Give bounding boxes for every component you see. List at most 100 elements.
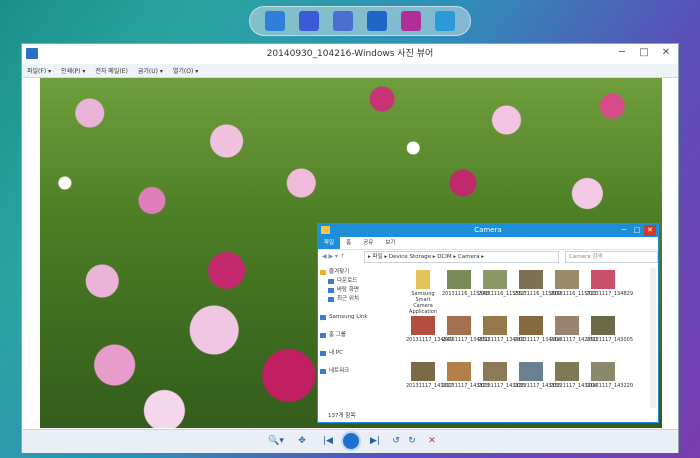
ribbon-tab[interactable]: 보기: [379, 237, 401, 249]
file-label[interactable]: 20131117_143155: [514, 383, 561, 389]
explorer-title: Camera: [318, 224, 658, 237]
address-bar-row: ◀ ▶ ▾ ↑ ▸ 파일 ▸ Device Storage ▸ DCIM ▸ C…: [318, 250, 658, 264]
media-player-icon[interactable]: [401, 11, 421, 31]
nav-item-label: 홈 그룹: [329, 332, 346, 338]
file-label[interactable]: Samsung Smart Camera Application: [406, 291, 440, 315]
maximize-icon[interactable]: □: [631, 225, 643, 236]
file-label[interactable]: 20131117_142950: [550, 337, 597, 343]
nav-item-label: 최근 위치: [337, 296, 359, 302]
file-label[interactable]: 20131116_115548: [442, 291, 489, 297]
previous-icon[interactable]: |◀: [320, 435, 336, 448]
file-label[interactable]: 20131117_143204: [550, 383, 597, 389]
address-path[interactable]: ▸ 파일 ▸ Device Storage ▸ DCIM ▸ Camera ▸: [364, 251, 559, 263]
photo-thumbnail[interactable]: [519, 316, 543, 335]
file-label[interactable]: 20131117_143123: [442, 383, 489, 389]
close-icon[interactable]: ✕: [656, 46, 676, 60]
menu-item[interactable]: 열기(O) ▾: [168, 66, 203, 75]
nav-item-label: Samsung Link: [329, 314, 368, 320]
file-label[interactable]: 20131117_134829: [586, 291, 633, 297]
file-label[interactable]: 20131117_134904: [514, 337, 561, 343]
minimize-icon[interactable]: ─: [612, 46, 632, 60]
photo-thumbnail[interactable]: [591, 270, 615, 289]
photo-thumbnail[interactable]: [483, 316, 507, 335]
nav-item[interactable]: 최근 위치: [320, 295, 398, 304]
folder-icon: [321, 226, 330, 234]
photo-viewer-icon[interactable]: [299, 11, 319, 31]
nav-item: [320, 304, 398, 313]
menu-item[interactable]: 전자 메일(E): [90, 66, 132, 75]
nav-item: [320, 340, 398, 349]
paint-icon[interactable]: [333, 11, 353, 31]
nav-item[interactable]: 네트워크: [320, 367, 398, 376]
pc-icon: [320, 351, 326, 356]
cube-app-icon[interactable]: [435, 11, 455, 31]
nav-item: [320, 322, 398, 331]
nav-item[interactable]: 즐겨찾기: [320, 268, 398, 277]
viewer-menu-bar: 파일(F) ▾ 인쇄(P) ▾ 전자 메일(E) 굽기(U) ▾ 열기(O) ▾: [22, 64, 678, 78]
rotate-left-icon[interactable]: ↺: [390, 435, 402, 448]
nav-item[interactable]: Samsung Link: [320, 313, 398, 322]
nav-item[interactable]: 다운로드: [320, 277, 398, 286]
minimize-icon[interactable]: ─: [618, 225, 630, 236]
file-label[interactable]: 20131116_115721: [550, 291, 597, 297]
delete-icon[interactable]: ✕: [426, 435, 438, 448]
rotate-right-icon[interactable]: ↻: [406, 435, 418, 448]
desktop-icon: [328, 288, 334, 293]
nav-item-label: 내 PC: [329, 350, 343, 356]
photo-thumbnail[interactable]: [483, 270, 507, 289]
zoom-icon[interactable]: 🔍▾: [265, 435, 287, 448]
navigation-pane: 즐겨찾기다운로드 바탕 화면 최근 위치 Samsung Link 홈 그룹내 PC 네트…: [320, 268, 398, 408]
file-label[interactable]: 20131117_143005: [586, 337, 633, 343]
file-grid: Samsung Smart Camera Application 20131116…: [402, 268, 650, 408]
photo-thumbnail[interactable]: [411, 316, 435, 335]
photo-thumbnail[interactable]: [447, 362, 471, 381]
recent-icon: [328, 297, 334, 302]
menu-item[interactable]: 인쇄(P) ▾: [56, 66, 90, 75]
file-label[interactable]: 20131117_134901: [478, 337, 525, 343]
file-label[interactable]: 20131117_143135: [478, 383, 525, 389]
actual-size-icon[interactable]: ✥: [295, 435, 309, 448]
file-label[interactable]: 20131117_143220: [586, 383, 633, 389]
ribbon-tab[interactable]: 공유: [357, 237, 379, 249]
photo-thumbnail[interactable]: [591, 316, 615, 335]
next-icon[interactable]: ▶|: [367, 435, 383, 448]
homegroup-icon: [320, 333, 326, 338]
photo-thumbnail[interactable]: [591, 362, 615, 381]
file-label[interactable]: 20131117_143017: [406, 383, 453, 389]
nav-item[interactable]: 내 PC: [320, 349, 398, 358]
photo-thumbnail[interactable]: [519, 270, 543, 289]
ring-app-icon[interactable]: [367, 11, 387, 31]
menu-item[interactable]: 굽기(U) ▾: [133, 66, 168, 75]
viewer-toolbar: 🔍▾ ✥ |◀ ▶| ↺ ↻ ✕: [22, 429, 678, 453]
photo-thumbnail[interactable]: [447, 316, 471, 335]
folder-icon[interactable]: [416, 270, 430, 289]
file-label[interactable]: 20131117_134849: [406, 337, 453, 343]
file-label[interactable]: 20131117_134850: [442, 337, 489, 343]
file-label[interactable]: 20131116_115557: [478, 291, 525, 297]
ribbon-tab[interactable]: 홈: [340, 237, 357, 249]
photo-thumbnail[interactable]: [411, 362, 435, 381]
photo-thumbnail[interactable]: [555, 270, 579, 289]
photo-thumbnail[interactable]: [447, 270, 471, 289]
ribbon-tab[interactable]: 파일: [318, 237, 341, 249]
photo-thumbnail[interactable]: [555, 316, 579, 335]
status-bar: 137개 항목: [328, 413, 356, 419]
photo-thumbnail[interactable]: [555, 362, 579, 381]
slideshow-button[interactable]: [341, 431, 361, 451]
search-input[interactable]: Camera 검색: [565, 251, 658, 263]
scrollbar[interactable]: [650, 268, 656, 408]
nav-arrows-icon[interactable]: ◀ ▶ ▾ ↑: [322, 253, 345, 260]
menu-item[interactable]: 파일(F) ▾: [22, 66, 56, 75]
file-manager-icon[interactable]: [265, 11, 285, 31]
nav-item[interactable]: 바탕 화면: [320, 286, 398, 295]
close-icon[interactable]: ✕: [644, 225, 656, 236]
download-icon: [328, 279, 334, 284]
app-dock: [249, 6, 471, 36]
photo-thumbnail[interactable]: [483, 362, 507, 381]
photo-thumbnail[interactable]: [519, 362, 543, 381]
maximize-icon[interactable]: □: [634, 46, 654, 60]
nav-item-label: 즐겨찾기: [329, 269, 350, 275]
file-label[interactable]: 20131116_115609: [514, 291, 561, 297]
nav-item[interactable]: 홈 그룹: [320, 331, 398, 340]
viewer-title: 20140930_104216-Windows 사진 뷰어: [22, 44, 678, 64]
